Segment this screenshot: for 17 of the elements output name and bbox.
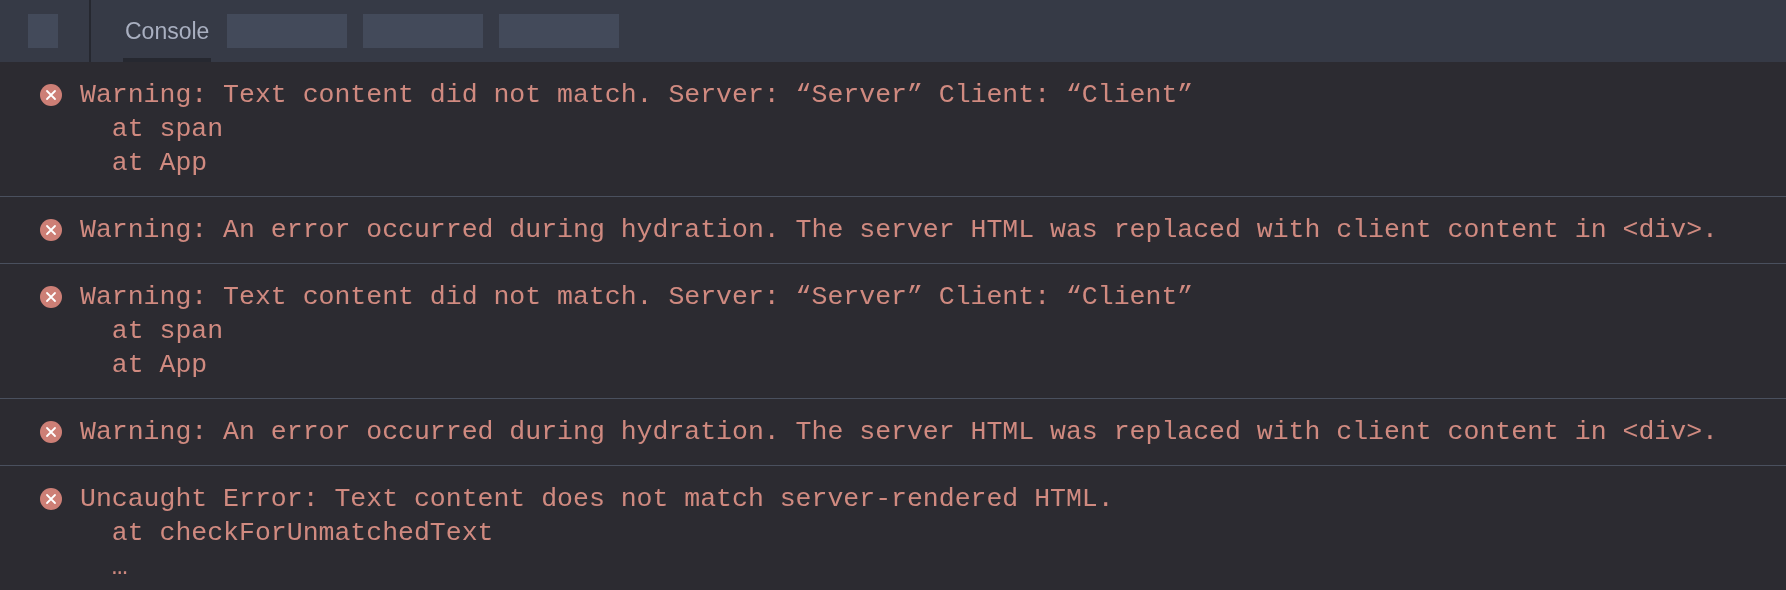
stack-frame: at App xyxy=(111,148,208,178)
stack-frame: at span xyxy=(111,114,224,144)
stack-frame: at checkForUnmatchedText xyxy=(111,518,494,548)
error-icon xyxy=(40,421,62,443)
error-icon xyxy=(40,286,62,308)
error-message: Warning: An error occurred during hydration. The server HTML was replaced with client content in <div>. xyxy=(80,416,1718,449)
error-message: Uncaught Error: Text content does not match server-rendered HTML. xyxy=(80,483,1114,516)
console-tab[interactable]: Console xyxy=(123,0,212,62)
stack-frame: at App xyxy=(111,350,208,380)
error-message: Warning: An error occurred during hydration. The server HTML was replaced with client content in <div>. xyxy=(80,214,1718,247)
error-message: Warning: Text content did not match. Server: “Server” Client: “Client” xyxy=(80,281,1194,314)
stack-frame: … xyxy=(111,552,128,582)
error-icon xyxy=(40,488,62,510)
error-icon xyxy=(40,219,62,241)
error-message: Warning: Text content did not match. Server: “Server” Client: “Client” xyxy=(80,79,1194,112)
error-icon xyxy=(40,84,62,106)
stack-frame: at span xyxy=(111,316,224,346)
